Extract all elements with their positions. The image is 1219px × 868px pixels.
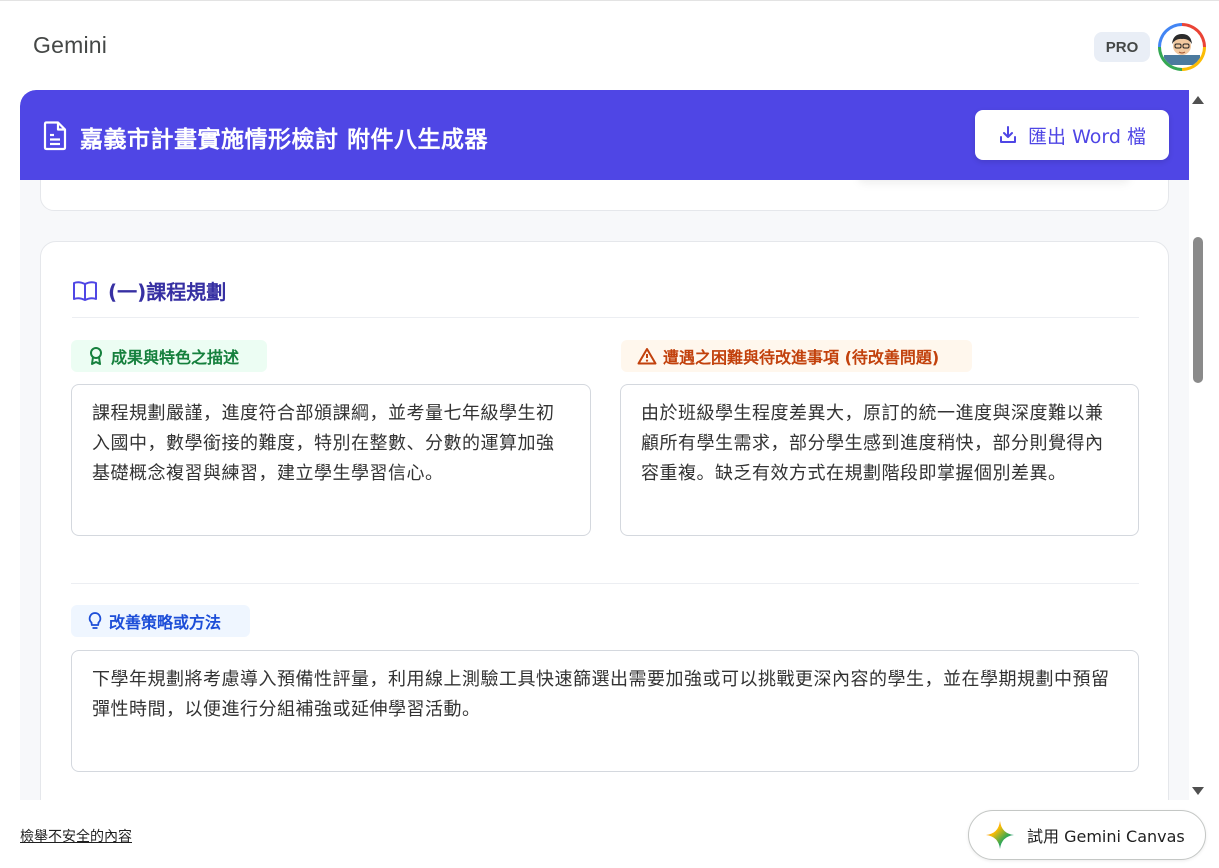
- achievements-label: 成果與特色之描述: [111, 348, 240, 367]
- difficulties-label-chip: 遭遇之困難與待改進事項 (待改善問題): [621, 340, 972, 372]
- section-header: (一)課程規劃: [72, 276, 226, 305]
- avatar-image: [1164, 34, 1200, 65]
- strategy-textarea[interactable]: 下學年規劃將考慮導入預備性評量，利用線上測驗工具快速篩選出需要加強或可以挑戰更深…: [71, 650, 1139, 772]
- canvas-button-label: 試用 Gemini Canvas: [1027, 827, 1185, 846]
- lightbulb-icon: [88, 612, 102, 629]
- top-divider: [0, 0, 1219, 1]
- try-gemini-canvas-button[interactable]: 試用 Gemini Canvas: [968, 810, 1206, 860]
- scroll-up-arrow-icon[interactable]: [1192, 96, 1204, 104]
- strategy-label-chip: 改善策略或方法: [71, 605, 250, 637]
- report-unsafe-content-link[interactable]: 檢舉不安全的內容: [20, 826, 132, 846]
- difficulties-textarea[interactable]: 由於班級學生程度差異大，原訂的統一進度與深度難以兼顧所有學生需求，部分學生感到進…: [620, 384, 1139, 536]
- document-icon: [43, 121, 67, 151]
- warning-icon: [637, 348, 657, 365]
- export-button-label: 匯出 Word 檔: [1028, 125, 1146, 148]
- scroll-down-arrow-icon[interactable]: [1192, 787, 1204, 795]
- app-title[interactable]: Gemini: [33, 32, 107, 59]
- download-icon: [1000, 126, 1017, 143]
- scrollbar-track[interactable]: [1189, 90, 1219, 800]
- award-icon: [90, 347, 102, 365]
- content-divider: [71, 583, 1139, 584]
- scrollbar-thumb[interactable]: [1193, 237, 1203, 383]
- pro-badge: PRO: [1094, 32, 1150, 62]
- avatar[interactable]: [1158, 23, 1206, 71]
- achievements-label-chip: 成果與特色之描述: [71, 340, 267, 372]
- section-divider: [72, 317, 1139, 318]
- achievements-textarea[interactable]: 課程規劃嚴謹，進度符合部頒課綱，並考量七年級學生初入國中，數學銜接的難度，特別在…: [71, 384, 591, 536]
- export-word-button[interactable]: 匯出 Word 檔: [975, 110, 1169, 160]
- canvas-panel: (一)課程規劃 成果與特色之描述 課程規劃嚴謹，進度符合部頒課綱，並考量七年級學…: [20, 90, 1189, 800]
- generator-header: 嘉義市計畫實施情形檢討 附件八生成器 匯出 Word 檔: [20, 90, 1189, 180]
- strategy-label: 改善策略或方法: [109, 613, 222, 632]
- section-title: (一)課程規劃: [108, 280, 227, 304]
- book-open-icon: [73, 280, 97, 301]
- gemini-sparkle-icon: [986, 821, 1014, 849]
- difficulties-label: 遭遇之困難與待改進事項 (待改善問題): [663, 348, 940, 367]
- section-card: (一)課程規劃 成果與特色之描述 課程規劃嚴謹，進度符合部頒課綱，並考量七年級學…: [40, 241, 1169, 800]
- generator-title: 嘉義市計畫實施情形檢討 附件八生成器: [80, 127, 489, 153]
